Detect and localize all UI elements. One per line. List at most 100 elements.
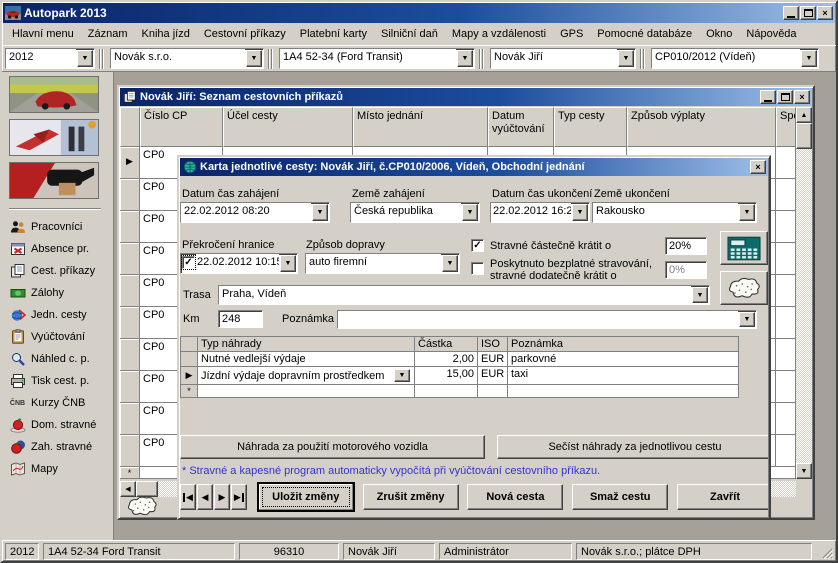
company-value: Novák s.r.o. xyxy=(111,49,245,68)
menu-pomocne-databaze[interactable]: Pomocné databáze xyxy=(590,24,699,44)
chevron-down-icon[interactable]: ▼ xyxy=(442,255,458,272)
compensation-row[interactable]: Nutné vedlejší výdaje 2,00 EUR parkovné xyxy=(181,352,739,367)
trip-select[interactable]: CP010/2012 (Vídeň) ▼ xyxy=(651,48,819,69)
scroll-down-icon[interactable]: ▼ xyxy=(796,463,812,479)
minimize-button[interactable] xyxy=(760,90,776,104)
route-select[interactable]: Praha, Vídeň ▼ xyxy=(218,285,710,305)
compensation-row-selected[interactable]: ▶ Jízdní výdaje dopravním prostředkem ▼ … xyxy=(181,367,739,385)
status-company: Novák s.r.o.; plátce DPH xyxy=(576,543,812,560)
menu-okno[interactable]: Okno xyxy=(699,24,739,44)
close-dialog-button[interactable]: Zavřít xyxy=(677,484,768,510)
start-country-select[interactable]: Česká republika ▼ xyxy=(350,202,480,223)
close-button[interactable]: × xyxy=(794,90,810,104)
company-select[interactable]: Novák s.r.o. ▼ xyxy=(110,48,264,69)
row-selector xyxy=(120,211,140,243)
menu-hlavni-menu[interactable]: Hlavní menu xyxy=(5,24,81,44)
sidebar-item-mapy[interactable]: Mapy xyxy=(9,458,113,480)
save-changes-button[interactable]: Uložit změny xyxy=(258,483,354,511)
chevron-down-icon[interactable]: ▼ xyxy=(801,50,817,67)
scroll-up-icon[interactable]: ▲ xyxy=(796,107,812,123)
chevron-down-icon[interactable]: ▼ xyxy=(394,369,410,382)
border-crossing-select[interactable]: ✓ 22.02.2012 10:15 ▼ xyxy=(180,253,298,274)
vehicle-select[interactable]: 1A4 52-34 (Ford Transit) ▼ xyxy=(279,48,475,69)
chevron-down-icon[interactable]: ▼ xyxy=(77,50,93,67)
menu-kniha-jizd[interactable]: Kniha jízd xyxy=(135,24,197,44)
menu-gps[interactable]: GPS xyxy=(553,24,590,44)
free-meals-checkbox[interactable] xyxy=(471,262,484,275)
sidebar-item-kurzy-cnb[interactable]: ČNB Kurzy ČNB xyxy=(9,392,113,414)
minimize-button[interactable] xyxy=(783,6,799,20)
chevron-down-icon[interactable]: ▼ xyxy=(572,204,588,221)
last-record-button[interactable]: ▶ xyxy=(231,484,247,510)
sidebar-item-dom-stravne[interactable]: Dom. stravné xyxy=(9,414,113,436)
sidebar-item-vyuctovani[interactable]: Vyúčtování xyxy=(9,326,113,348)
discard-changes-button[interactable]: Zrušit změny xyxy=(363,484,459,510)
calculator-button[interactable] xyxy=(720,231,768,265)
close-icon[interactable]: × xyxy=(750,160,766,174)
sidebar-item-tisk[interactable]: Tisk cest. p. xyxy=(9,370,113,392)
meal-reduce-checkbox[interactable]: ✓ xyxy=(471,239,484,252)
map-button[interactable] xyxy=(720,271,768,305)
chevron-down-icon[interactable]: ▼ xyxy=(739,204,755,221)
driver-select[interactable]: Novák Jiří ▼ xyxy=(490,48,636,69)
row-selector-arrow: ▶ xyxy=(181,367,198,385)
cell xyxy=(776,275,796,307)
menu-napoveda[interactable]: Nápověda xyxy=(739,24,803,44)
km-field[interactable]: 248 xyxy=(218,310,263,328)
menu-cestovni-prikazy[interactable]: Cestovní příkazy xyxy=(197,24,293,44)
chevron-down-icon[interactable]: ▼ xyxy=(462,204,478,221)
column-header-zpusob-vyplaty[interactable]: Způsob výplaty xyxy=(627,107,776,147)
sidebar-item-absence[interactable]: Absence pr. xyxy=(9,238,113,260)
sidebar-item-zalohy[interactable]: Zálohy xyxy=(9,282,113,304)
vertical-scrollbar-thumb[interactable] xyxy=(796,123,812,149)
resize-grip[interactable] xyxy=(820,546,833,559)
chevron-down-icon[interactable]: ▼ xyxy=(692,287,708,303)
close-button[interactable]: × xyxy=(817,6,833,20)
sidebar-item-cest-prikazy[interactable]: Cest. příkazy xyxy=(9,260,113,282)
cell-type-combo[interactable]: Jízdní výdaje dopravním prostředkem ▼ xyxy=(198,367,415,385)
previous-record-button[interactable]: ◀ xyxy=(197,484,213,510)
chevron-down-icon[interactable]: ▼ xyxy=(739,312,755,327)
menu-silnicni-dan[interactable]: Silniční daň xyxy=(374,24,445,44)
vertical-scrollbar[interactable]: ▲ ▼ xyxy=(796,107,812,479)
sidebar-item-pracovnici[interactable]: Pracovníci xyxy=(9,216,113,238)
next-record-button[interactable]: ▶ xyxy=(214,484,230,510)
vertical-scrollbar-track[interactable] xyxy=(796,149,812,463)
column-header-misto-jednani[interactable]: Místo jednání xyxy=(353,107,488,147)
sidebar-item-zah-stravne[interactable]: Zah. stravné xyxy=(9,436,113,458)
sidebar-item-nahled[interactable]: Náhled c. p. xyxy=(9,348,113,370)
meal-reduce-percent-field[interactable]: 20% xyxy=(665,237,707,255)
map-icon xyxy=(724,274,764,303)
column-header-ucel-cesty[interactable]: Účel cesty xyxy=(223,107,353,147)
start-datetime-select[interactable]: 22.02.2012 08:20 ▼ xyxy=(180,202,330,223)
column-header-cislo-cp[interactable]: Číslo CP xyxy=(140,107,223,147)
chevron-down-icon[interactable]: ▼ xyxy=(280,255,296,272)
first-record-button[interactable]: ◀ xyxy=(180,484,196,510)
transport-mode-select[interactable]: auto firemní ▼ xyxy=(305,253,460,274)
chevron-down-icon[interactable]: ▼ xyxy=(246,50,262,67)
note-select[interactable]: ▼ xyxy=(337,310,757,329)
menu-mapy-a-vzdalenosti[interactable]: Mapy a vzdálenosti xyxy=(445,24,553,44)
menu-platebni-karty[interactable]: Platební karty xyxy=(293,24,374,44)
delete-trip-button[interactable]: Smaž cestu xyxy=(572,484,668,510)
end-country-select[interactable]: Rakousko ▼ xyxy=(592,202,757,223)
chevron-down-icon[interactable]: ▼ xyxy=(312,204,328,221)
menu-zaznam[interactable]: Záznam xyxy=(81,24,135,44)
chevron-down-icon[interactable]: ▼ xyxy=(618,50,634,67)
vehicle-compensation-label: Náhrada za použití motorového vozidla xyxy=(237,441,428,453)
column-header-typ-cesty[interactable]: Typ cesty xyxy=(554,107,627,147)
column-header-datum-vyuctovani[interactable]: Datum vyúčtování xyxy=(488,107,554,147)
new-trip-button[interactable]: Nová cesta xyxy=(467,484,563,510)
chevron-down-icon[interactable]: ▼ xyxy=(457,50,473,67)
end-datetime-select[interactable]: 22.02.2012 16:25 ▼ xyxy=(490,202,590,223)
new-record-asterisk: * xyxy=(120,467,140,479)
vehicle-compensation-button[interactable]: Náhrada za použití motorového vozidla xyxy=(180,435,485,459)
year-select[interactable]: 2012 ▼ xyxy=(5,48,95,69)
column-header-spolucestujici[interactable]: Spoluc xyxy=(776,107,796,147)
border-crossing-checkbox[interactable]: ✓ xyxy=(182,256,195,269)
sum-compensations-button[interactable]: Sečíst náhrady za jednotlivou cestu xyxy=(497,435,768,459)
maximize-button[interactable] xyxy=(777,90,793,104)
compensation-new-row[interactable]: * xyxy=(181,385,739,398)
sidebar-item-jedn-cesty[interactable]: Jedn. cesty xyxy=(9,304,113,326)
maximize-button[interactable] xyxy=(800,6,816,20)
